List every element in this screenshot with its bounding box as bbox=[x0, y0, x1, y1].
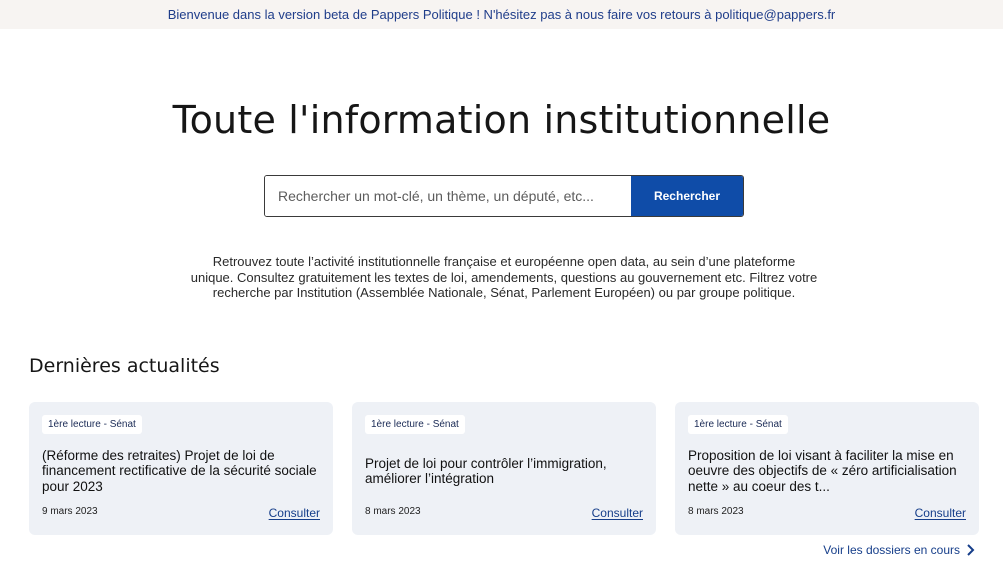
news-card-date: 8 mars 2023 bbox=[365, 506, 421, 517]
news-card-date: 9 mars 2023 bbox=[42, 506, 98, 517]
search-input[interactable] bbox=[265, 176, 631, 216]
news-card: 1ère lecture - Sénat (Réforme des retrai… bbox=[29, 402, 333, 535]
search-form: Rechercher bbox=[264, 175, 744, 217]
beta-banner-text: Bienvenue dans la version beta de Papper… bbox=[167, 7, 836, 22]
reading-stage-badge: 1ère lecture - Sénat bbox=[365, 415, 465, 434]
search-button[interactable]: Rechercher bbox=[631, 176, 743, 216]
page-title: Toute l'information institutionnelle bbox=[172, 98, 831, 142]
news-card-date: 8 mars 2023 bbox=[688, 506, 744, 517]
reading-stage-badge: 1ère lecture - Sénat bbox=[42, 415, 142, 434]
news-card-title: Projet de loi pour contrôler l’immigrati… bbox=[365, 455, 607, 487]
news-card-title: (Réforme des retraites) Projet de loi de… bbox=[42, 447, 317, 494]
intro-text: Retrouvez toute l’activité institutionne… bbox=[190, 254, 818, 300]
consult-link[interactable]: Consulter bbox=[592, 506, 643, 520]
chevron-right-icon bbox=[966, 544, 975, 556]
consult-link[interactable]: Consulter bbox=[269, 506, 320, 520]
consult-link[interactable]: Consulter bbox=[915, 506, 966, 520]
view-ongoing-dossiers-link[interactable]: Voir les dossiers en cours bbox=[823, 543, 975, 557]
news-card-title: Proposition de loi visant à faciliter la… bbox=[688, 447, 957, 494]
view-ongoing-dossiers-label: Voir les dossiers en cours bbox=[823, 543, 960, 557]
reading-stage-badge: 1ère lecture - Sénat bbox=[688, 415, 788, 434]
news-card: 1ère lecture - Sénat Proposition de loi … bbox=[675, 402, 979, 535]
news-card: 1ère lecture - Sénat Projet de loi pour … bbox=[352, 402, 656, 535]
beta-banner: Bienvenue dans la version beta de Papper… bbox=[0, 0, 1003, 29]
news-section-title: Dernières actualités bbox=[29, 355, 220, 377]
